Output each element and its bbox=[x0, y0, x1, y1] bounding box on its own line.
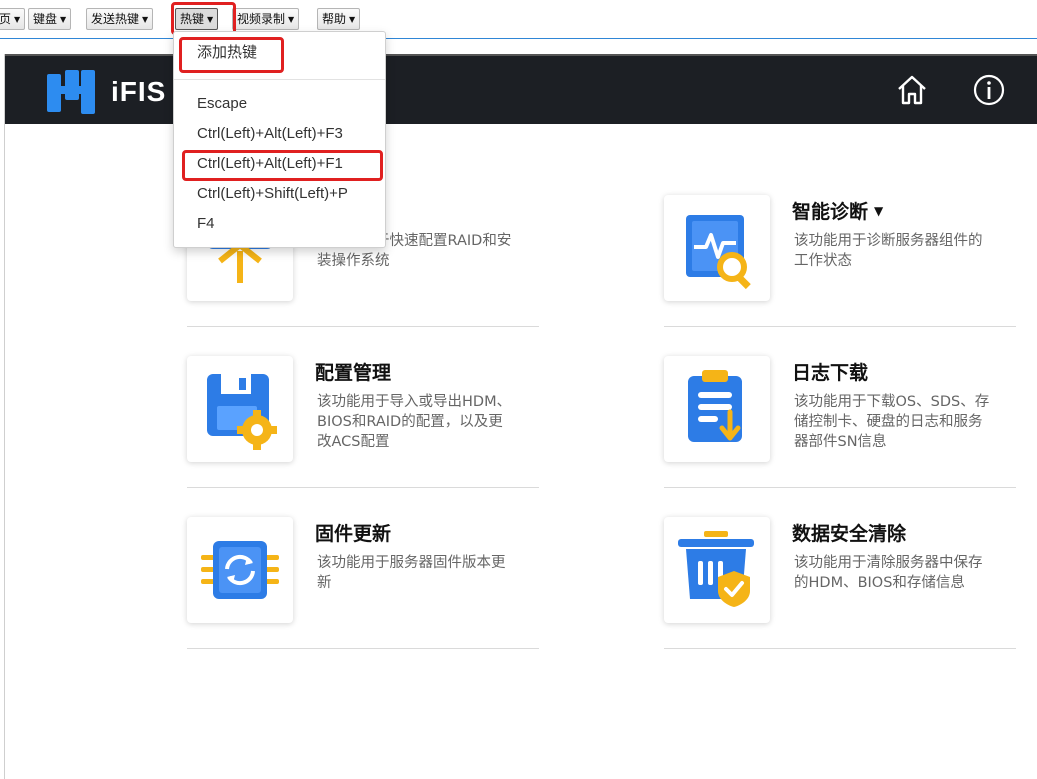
home-icon[interactable] bbox=[894, 72, 930, 108]
info-icon[interactable] bbox=[971, 72, 1007, 108]
menu-item-hotkey-escape[interactable]: Escape bbox=[174, 89, 385, 119]
card-title-text: 智能诊断 bbox=[792, 201, 869, 223]
card-description: 该功能用于下载OS、SDS、存储控制卡、硬盘的日志和服务器部件SN信息 bbox=[794, 394, 990, 450]
card-icon-tile bbox=[664, 195, 770, 301]
log-download-icon bbox=[688, 370, 742, 442]
divider bbox=[187, 487, 539, 488]
divider bbox=[664, 487, 1016, 488]
menu-item-hotkey-f4[interactable]: F4 bbox=[174, 209, 385, 239]
card-description: 该功能用于清除服务器中保存的HDM、BIOS和存储信息 bbox=[794, 555, 983, 591]
card-description: 该功能用于服务器固件版本更新 bbox=[317, 555, 506, 591]
caret-down-icon: ▼ bbox=[142, 15, 149, 24]
toolbar-menu-video-record[interactable]: 视频录制 ▼ bbox=[232, 8, 300, 30]
firmware-icon bbox=[201, 541, 279, 599]
toolbar-label: 帮助 bbox=[322, 12, 347, 26]
ifist-logo-icon bbox=[47, 70, 95, 114]
caret-down-icon[interactable]: ▼ bbox=[874, 204, 883, 218]
card-title: 固件更新 bbox=[315, 523, 392, 545]
card-smart-diagnosis[interactable]: 智能诊断 ▼ 该功能用于诊断服务器组件的工作状态 bbox=[664, 195, 1016, 327]
card-firmware-update[interactable]: 固件更新 该功能用于服务器固件版本更新 bbox=[187, 517, 539, 649]
divider bbox=[187, 648, 539, 649]
card-title: 配置管理 bbox=[315, 362, 392, 384]
menu-separator bbox=[174, 79, 385, 80]
card-icon-tile bbox=[664, 356, 770, 462]
config-icon bbox=[207, 374, 277, 450]
secure-erase-icon bbox=[678, 531, 754, 607]
divider bbox=[664, 648, 1016, 649]
card-title: 智能诊断 ▼ bbox=[792, 197, 883, 224]
kvm-toolbar: 页 ▼ 键盘 ▼ 发送热键 ▼ 热键 ▼ 视频录制 ▼ 帮助 ▼ bbox=[0, 0, 1037, 39]
caret-down-icon: ▼ bbox=[288, 15, 295, 24]
card-description: 该功能用于诊断服务器组件的工作状态 bbox=[794, 233, 983, 269]
toolbar-label: 发送热键 bbox=[91, 12, 140, 26]
toolbar-menu-keyboard[interactable]: 键盘 ▼ bbox=[28, 8, 72, 30]
diagnosis-icon bbox=[686, 215, 751, 290]
toolbar-menu-partial[interactable]: 页 ▼ bbox=[0, 8, 26, 30]
card-icon-tile bbox=[187, 356, 293, 462]
card-icon-tile bbox=[187, 517, 293, 623]
card-title: 日志下载 bbox=[792, 362, 869, 384]
toolbar-menu-send-hotkey[interactable]: 发送热键 ▼ bbox=[86, 8, 154, 30]
toolbar-menu-help[interactable]: 帮助 ▼ bbox=[317, 8, 361, 30]
card-log-download[interactable]: 日志下载 该功能用于下载OS、SDS、存储控制卡、硬盘的日志和服务器部件SN信息 bbox=[664, 356, 1016, 488]
caret-down-icon: ▼ bbox=[349, 15, 356, 24]
toolbar-label: 视频录制 bbox=[237, 12, 286, 26]
card-config-management[interactable]: 配置管理 该功能用于导入或导出HDM、BIOS和RAID的配置，以及更改ACS配… bbox=[187, 356, 539, 488]
menu-item-hotkey-ctrl-alt-f3[interactable]: Ctrl(Left)+Alt(Left)+F3 bbox=[174, 119, 385, 149]
card-title: 数据安全清除 bbox=[792, 523, 907, 545]
divider bbox=[664, 326, 1016, 327]
remote-console-screen: iFIS 装 该功能用于快速配置RAID和安装操作系统 bbox=[4, 54, 1037, 779]
toolbar-label: 键盘 bbox=[33, 12, 58, 26]
caret-down-icon: ▼ bbox=[60, 15, 67, 24]
highlight-box-add-hotkey bbox=[179, 37, 284, 73]
card-secure-data-erase[interactable]: 数据安全清除 该功能用于清除服务器中保存的HDM、BIOS和存储信息 bbox=[664, 517, 1016, 649]
menu-item-hotkey-ctrl-shift-p[interactable]: Ctrl(Left)+Shift(Left)+P bbox=[174, 179, 385, 209]
highlight-box-ctrl-alt-f1 bbox=[182, 150, 383, 181]
card-description: 该功能用于导入或导出HDM、BIOS和RAID的配置，以及更改ACS配置 bbox=[317, 394, 512, 450]
app-logo-text: iFIS bbox=[111, 76, 167, 107]
divider bbox=[187, 326, 539, 327]
card-icon-tile bbox=[664, 517, 770, 623]
caret-down-icon: ▼ bbox=[14, 15, 21, 24]
app-header: iFIS bbox=[5, 54, 1037, 124]
toolbar-label: 页 bbox=[0, 12, 12, 26]
